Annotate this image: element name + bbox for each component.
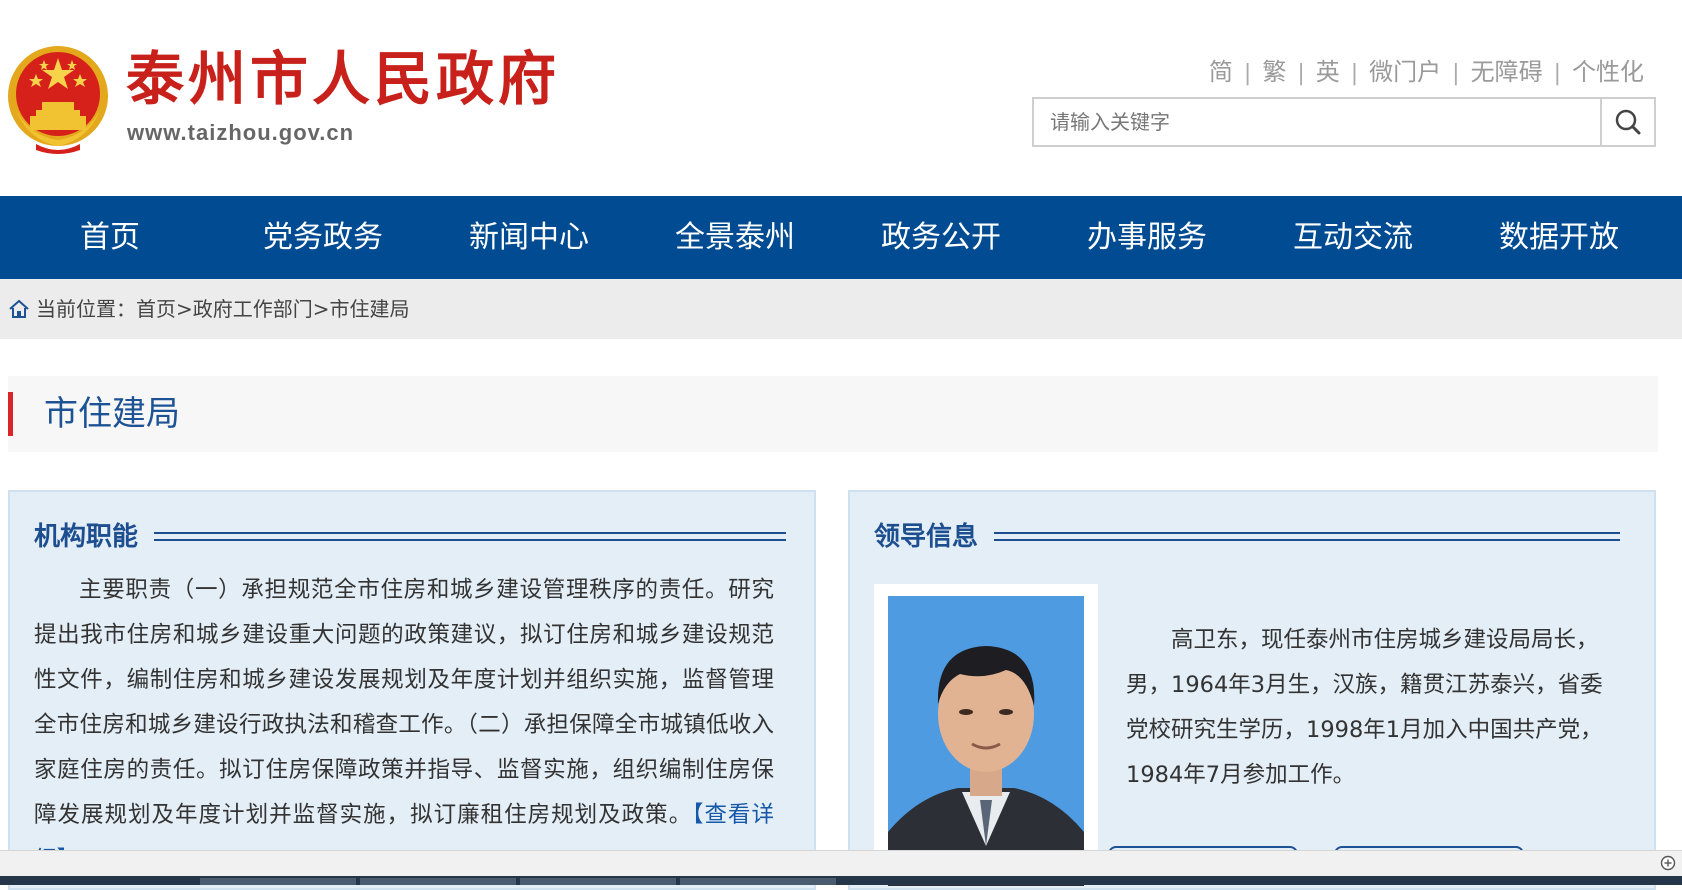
breadcrumb-separator: > (312, 297, 330, 321)
breadcrumb-label: 当前位置： (36, 297, 136, 321)
search-input[interactable] (1034, 99, 1604, 145)
breadcrumb-separator: > (176, 297, 193, 321)
functions-panel: 机构职能 主要职责（一）承担规范全市住房和城乡建设管理秩序的责任。研究提出我市住… (8, 490, 816, 890)
separator: | (1297, 61, 1305, 86)
link-simplified[interactable]: 简 (1209, 58, 1233, 86)
page-title-box: 市住建局 (8, 376, 1658, 452)
nav-item-open-data[interactable]: 数据开放 (1456, 196, 1662, 279)
nav-item-gov-open[interactable]: 政务公开 (838, 196, 1044, 279)
link-accessibility[interactable]: 无障碍 (1471, 58, 1543, 86)
browser-status-bar (0, 850, 1682, 877)
site-url-domain: taizhou (187, 120, 272, 145)
nav-item-services[interactable]: 办事服务 (1044, 196, 1250, 279)
nav-item-news[interactable]: 新闻中心 (426, 196, 632, 279)
leader-heading: 领导信息 (874, 522, 979, 552)
search-icon (1615, 109, 1641, 135)
language-links: 简 | 繁 | 英 | 微门户 | 无障碍 | 个性化 (1209, 52, 1644, 87)
functions-text: 主要职责（一）承担规范全市住房和城乡建设管理秩序的责任。研究提出我市住房和城乡建… (34, 568, 774, 883)
breadcrumb: 当前位置：首页>政府工作部门>市住建局 (0, 279, 1682, 339)
leader-panel: 领导信息 高卫东，现任泰州市住房城乡建设局局长，男，1964年3月生，汉族，籍贯… (848, 490, 1656, 890)
nav-item-party-affairs[interactable]: 党务政务 (220, 196, 426, 279)
site-header: 泰州市人民政府 www.taizhou.gov.cn 简 | 繁 | 英 | 微门户 | 无障碍… (0, 0, 1682, 196)
breadcrumb-current[interactable]: 市住建局 (330, 297, 410, 321)
separator: | (1243, 61, 1252, 86)
breadcrumb-home[interactable]: 首页 (136, 297, 176, 321)
national-emblem-logo[interactable] (6, 40, 110, 156)
main-nav: 首页 党务政务 新闻中心 全景泰州 政务公开 办事服务 互动交流 数据开放 (0, 196, 1682, 279)
os-taskbar (0, 876, 1682, 885)
page-title: 市住建局 (44, 394, 180, 434)
title-accent-bar (8, 392, 13, 436)
separator: | (1553, 61, 1561, 86)
nav-item-home[interactable]: 首页 (0, 196, 220, 279)
separator: | (1350, 61, 1359, 86)
home-icon (9, 299, 29, 318)
leader-photo[interactable] (888, 596, 1084, 886)
site-url-suffix: .gov.cn (271, 120, 355, 145)
taskbar-button[interactable] (680, 878, 836, 885)
search-box (1032, 97, 1656, 147)
link-personalize[interactable]: 个性化 (1572, 58, 1644, 86)
nav-item-panorama[interactable]: 全景泰州 (632, 196, 838, 279)
link-traditional[interactable]: 繁 (1262, 58, 1286, 86)
nav-item-interaction[interactable]: 互动交流 (1250, 196, 1456, 279)
site-url: www.taizhou.gov.cn (127, 120, 354, 146)
site-title[interactable]: 泰州市人民政府 (126, 44, 560, 114)
zoom-icon[interactable] (1660, 855, 1676, 871)
portrait-image (888, 596, 1084, 886)
link-micro-portal[interactable]: 微门户 (1369, 58, 1441, 86)
functions-heading: 机构职能 (34, 522, 139, 552)
taskbar-button[interactable] (520, 878, 676, 885)
separator: | (1452, 61, 1460, 86)
breadcrumb-trail: 当前位置：首页>政府工作部门>市住建局 (36, 279, 410, 339)
taskbar-button[interactable] (360, 878, 516, 885)
link-english[interactable]: 英 (1316, 58, 1340, 86)
site-url-prefix: www. (127, 120, 188, 145)
breadcrumb-departments[interactable]: 政府工作部门 (193, 297, 313, 321)
leader-bio: 高卫东，现任泰州市住房城乡建设局局长，男，1964年3月生，汉族，籍贯江苏泰兴，… (1126, 627, 1603, 788)
search-button[interactable] (1600, 99, 1654, 145)
heading-rule (154, 532, 786, 541)
taskbar-button[interactable] (200, 878, 356, 885)
heading-rule (994, 532, 1620, 541)
functions-body: 主要职责（一）承担规范全市住房和城乡建设管理秩序的责任。研究提出我市住房和城乡建… (34, 577, 774, 828)
